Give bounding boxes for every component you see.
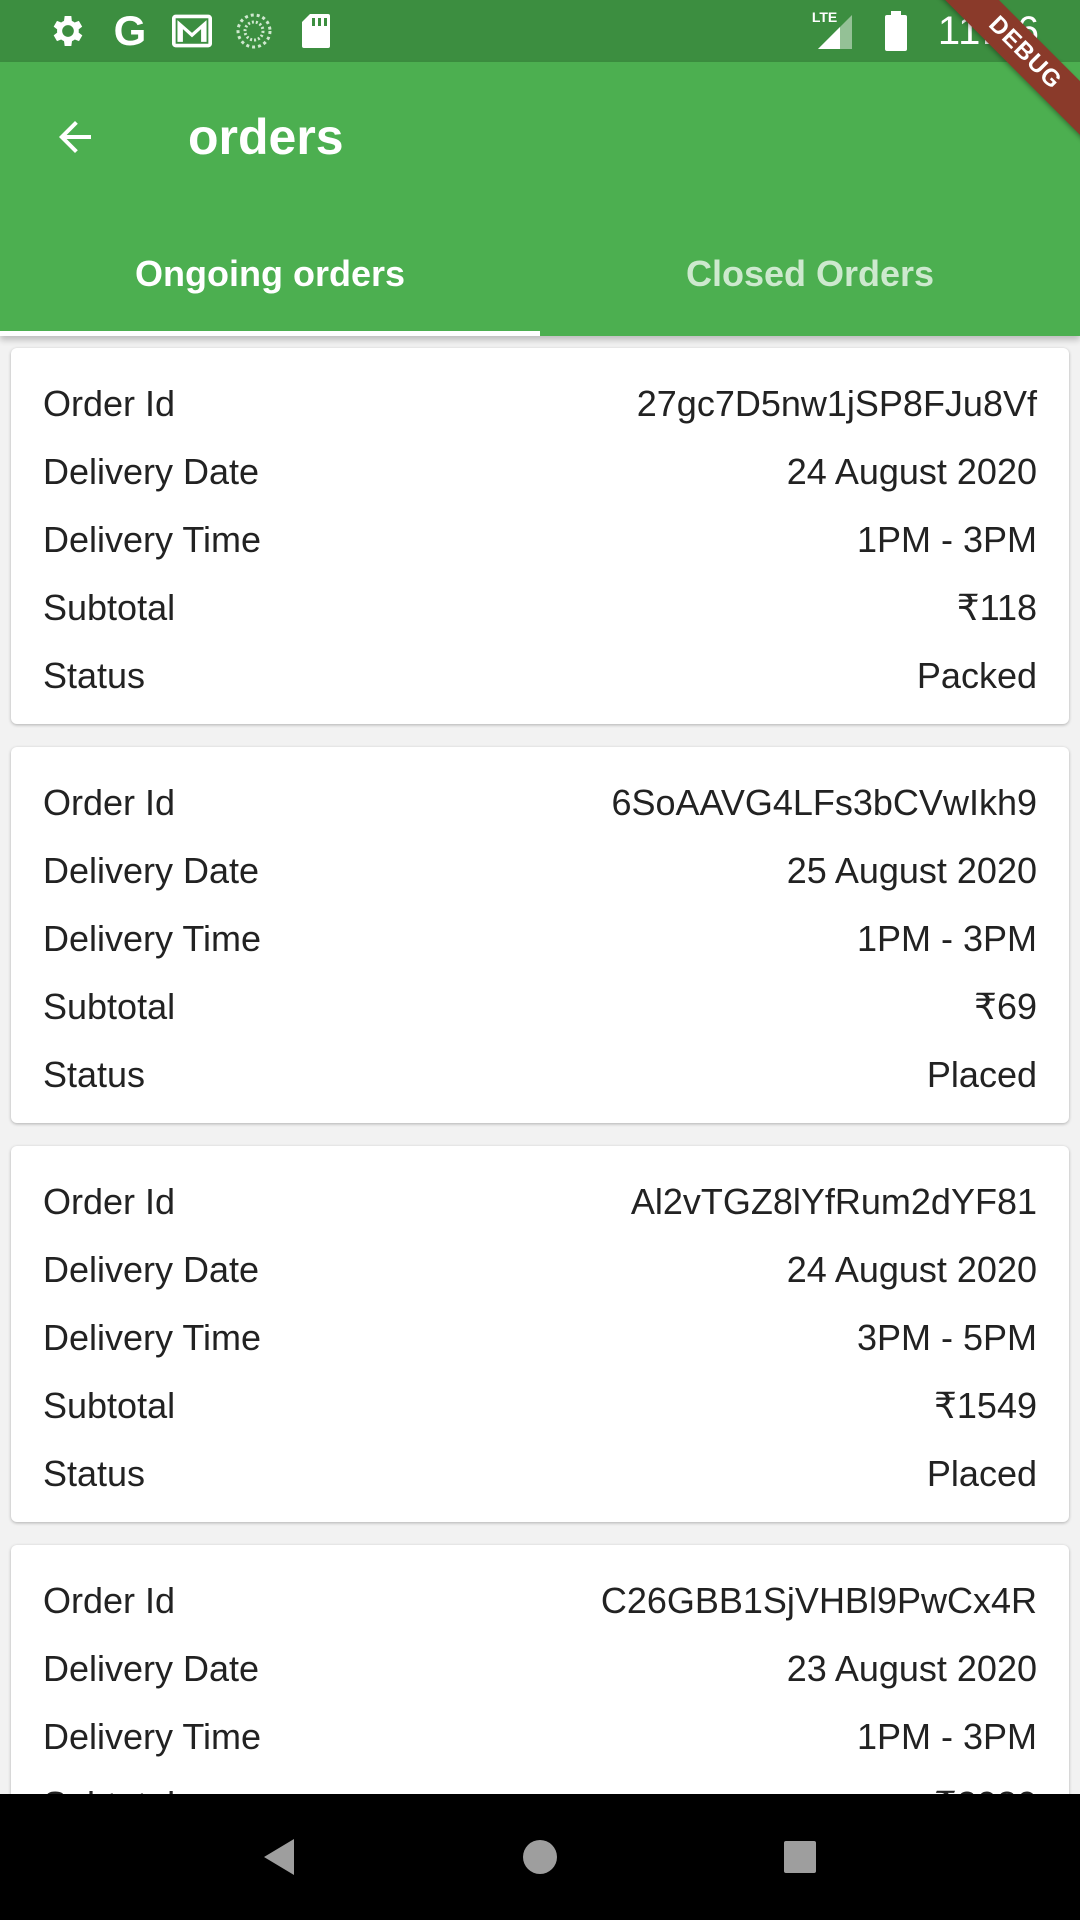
arrow-back-icon	[59, 121, 91, 153]
order-list[interactable]: Order Id 27gc7D5nw1jSP8FJu8Vf Delivery Da…	[0, 346, 1080, 1794]
delivery-time-label: Delivery Time	[43, 519, 262, 560]
delivery-time-row: Delivery Time 3PM - 5PM	[43, 1304, 1037, 1372]
delivery-date-label: Delivery Date	[43, 1249, 260, 1290]
delivery-date-value: 24 August 2020	[786, 1249, 1037, 1290]
app-bar: orders Ongoing orders Closed Orders	[0, 62, 1080, 336]
recents-square-icon	[784, 1841, 816, 1873]
screen: G LTE 11:46 DEBUG	[0, 0, 1080, 1920]
order-id-row: Order Id C26GBB1SjVHBl9PwCx4R	[43, 1567, 1037, 1635]
order-id-row: Order Id Al2vTGZ8lYfRum2dYF81	[43, 1168, 1037, 1236]
delivery-date-label: Delivery Date	[43, 1648, 260, 1689]
delivery-time-label: Delivery Time	[43, 1716, 262, 1757]
toolbar: orders	[0, 62, 1080, 212]
status-value: Packed	[916, 655, 1037, 696]
tab-label: Ongoing orders	[135, 253, 405, 294]
tab-ongoing-orders[interactable]: Ongoing orders	[0, 212, 540, 336]
home-circle-icon	[523, 1840, 557, 1874]
order-id-row: Order Id 6SoAAVG4LFs3bCVwIkh9	[43, 769, 1037, 837]
order-id-row: Order Id 27gc7D5nw1jSP8FJu8Vf	[43, 370, 1037, 438]
delivery-date-value: 23 August 2020	[786, 1648, 1037, 1689]
subtotal-label: Subtotal	[43, 1385, 176, 1426]
back-triangle-icon	[264, 1839, 294, 1875]
status-bar: G LTE 11:46	[0, 0, 1080, 62]
status-label: Status	[43, 1453, 146, 1494]
delivery-date-row: Delivery Date 24 August 2020	[43, 1236, 1037, 1304]
order-id-label: Order Id	[43, 1181, 176, 1222]
delivery-time-value: 1PM - 3PM	[856, 1716, 1037, 1757]
delivery-date-value: 25 August 2020	[786, 850, 1037, 891]
order-card[interactable]: Order Id 27gc7D5nw1jSP8FJu8Vf Delivery Da…	[11, 348, 1069, 724]
subtotal-label: Subtotal	[43, 1784, 175, 1794]
delivery-date-row: Delivery Date 24 August 2020	[43, 438, 1037, 506]
subtotal-row: Subtotal ₹69	[43, 973, 1037, 1041]
order-id-value: C26GBB1SjVHBl9PwCx4R	[600, 1580, 1037, 1621]
subtotal-value: ₹69	[974, 986, 1037, 1027]
order-id-label: Order Id	[43, 383, 176, 424]
tab-label: Closed Orders	[685, 253, 935, 294]
order-card[interactable]: Order Id 6SoAAVG4LFs3bCVwIkh9 Delivery Da…	[11, 747, 1069, 1123]
status-label: Status	[43, 655, 146, 696]
delivery-date-row: Delivery Date 25 August 2020	[43, 837, 1037, 905]
delivery-date-row: Delivery Date 23 August 2020	[43, 1635, 1037, 1703]
delivery-time-label: Delivery Time	[43, 1317, 262, 1358]
page-title: orders	[188, 109, 344, 165]
delivery-time-value: 3PM - 5PM	[856, 1317, 1037, 1358]
subtotal-label: Subtotal	[43, 986, 176, 1027]
status-value: Placed	[926, 1054, 1037, 1095]
order-id-value: 27gc7D5nw1jSP8FJu8Vf	[636, 383, 1037, 424]
gmail-icon	[172, 11, 212, 51]
status-row: Status Placed	[43, 1440, 1037, 1508]
nav-recents-button[interactable]	[760, 1817, 840, 1897]
nav-back-button[interactable]	[240, 1817, 320, 1897]
subtotal-row: Subtotal ₹1549	[43, 1372, 1037, 1440]
subtotal-row: Subtotal ₹118	[43, 574, 1037, 642]
tab-closed-orders[interactable]: Closed Orders	[540, 212, 1080, 336]
order-id-value: 6SoAAVG4LFs3bCVwIkh9	[611, 782, 1037, 823]
status-value: Placed	[926, 1453, 1037, 1494]
delivery-time-row: Delivery Time 1PM - 3PM	[43, 905, 1037, 973]
order-card[interactable]: Order Id Al2vTGZ8lYfRum2dYF81 Delivery Da…	[11, 1146, 1069, 1522]
subtotal-value: ₹1549	[934, 1385, 1037, 1426]
status-bar-left: G	[48, 0, 336, 62]
delivery-time-value: 1PM - 3PM	[856, 519, 1037, 560]
subtotal-label: Subtotal	[43, 587, 176, 628]
battery-icon	[876, 11, 916, 51]
order-id-value: Al2vTGZ8lYfRum2dYF81	[630, 1181, 1037, 1222]
delivery-time-row: Delivery Time 1PM - 3PM	[43, 1703, 1037, 1771]
delivery-time-value: 1PM - 3PM	[856, 918, 1037, 959]
tab-indicator	[0, 331, 540, 336]
sync-icon	[234, 11, 274, 51]
status-row: Status Placed	[43, 1041, 1037, 1109]
subtotal-value: ₹118	[956, 587, 1037, 628]
delivery-time-label: Delivery Time	[43, 918, 262, 959]
status-row: Status Packed	[43, 642, 1037, 710]
google-icon: G	[113, 7, 147, 54]
delivery-date-label: Delivery Date	[43, 451, 260, 492]
delivery-date-value: 24 August 2020	[786, 451, 1037, 492]
subtotal-row: Subtotal ₹2080	[43, 1771, 1037, 1794]
subtotal-value: ₹2080	[934, 1784, 1037, 1794]
sd-card-icon	[296, 11, 336, 51]
system-nav-bar	[0, 1794, 1080, 1920]
delivery-time-row: Delivery Time 1PM - 3PM	[43, 506, 1037, 574]
lte-signal-icon: LTE	[812, 9, 854, 51]
nav-home-button[interactable]	[500, 1817, 580, 1897]
delivery-date-label: Delivery Date	[43, 850, 260, 891]
settings-icon	[48, 11, 88, 51]
order-id-label: Order Id	[43, 782, 176, 823]
order-card[interactable]: Order Id C26GBB1SjVHBl9PwCx4R Delivery Da…	[11, 1545, 1069, 1794]
tab-bar: Ongoing orders Closed Orders	[0, 212, 1080, 336]
back-button[interactable]	[0, 62, 150, 212]
status-label: Status	[43, 1054, 146, 1095]
order-id-label: Order Id	[43, 1580, 176, 1621]
